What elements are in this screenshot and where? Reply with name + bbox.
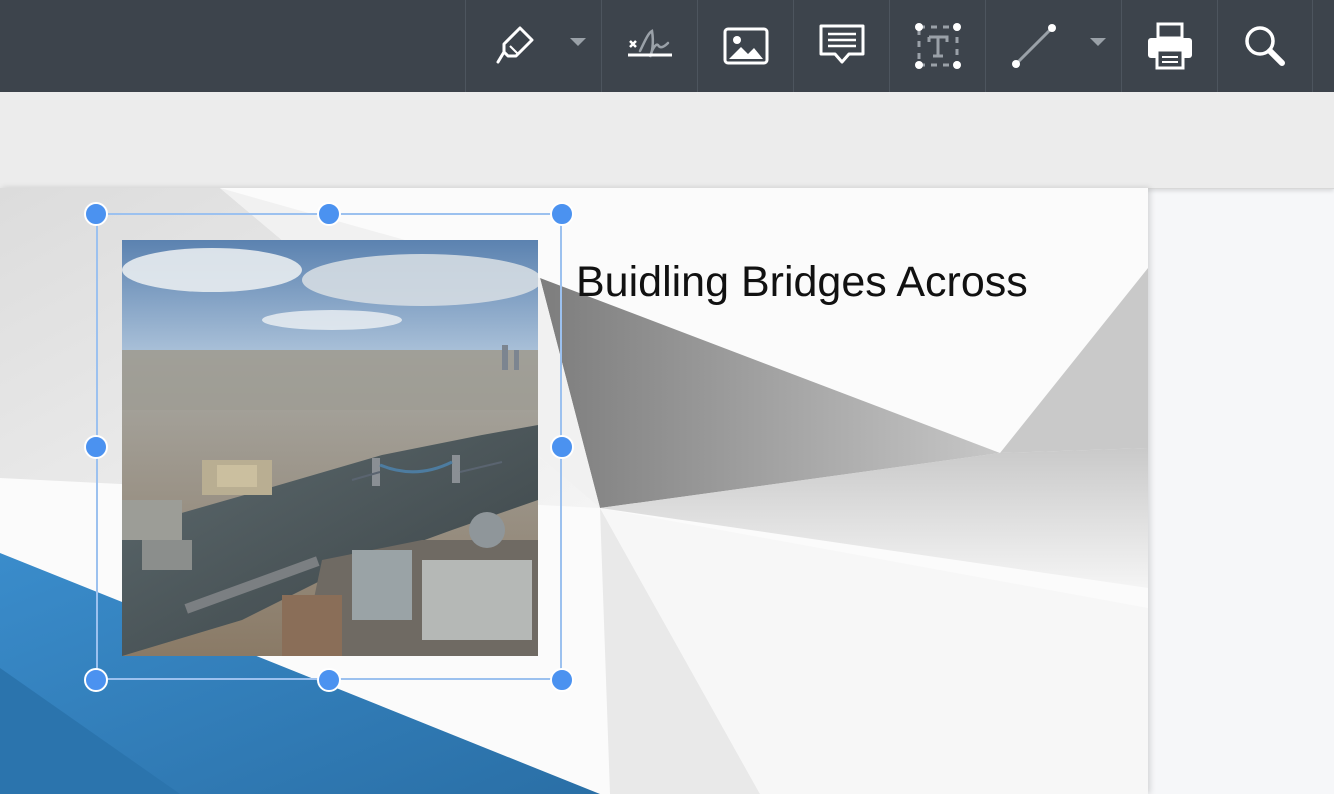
resize-handle-top-right[interactable] bbox=[550, 202, 574, 226]
resize-handle-bottom-center[interactable] bbox=[317, 668, 341, 692]
image-tool-button[interactable] bbox=[697, 0, 793, 92]
page-heading[interactable]: Buidling Bridges Across bbox=[576, 258, 1028, 307]
search-icon bbox=[1242, 23, 1288, 69]
comment-tool-button[interactable] bbox=[793, 0, 889, 92]
highlight-tool-button[interactable] bbox=[465, 0, 601, 92]
resize-handle-bottom-right[interactable] bbox=[550, 668, 574, 692]
line-tool-button[interactable] bbox=[985, 0, 1121, 92]
pen-icon bbox=[492, 22, 538, 68]
resize-handle-middle-right[interactable] bbox=[550, 435, 574, 459]
resize-handle-top-center[interactable] bbox=[317, 202, 341, 226]
print-tool-button[interactable] bbox=[1121, 0, 1217, 92]
line-icon bbox=[1008, 20, 1060, 72]
main-toolbar bbox=[0, 0, 1334, 92]
resize-handle-top-left[interactable] bbox=[84, 202, 108, 226]
resize-handle-middle-left[interactable] bbox=[84, 435, 108, 459]
text-box-tool-button[interactable] bbox=[889, 0, 985, 92]
chevron-down-icon[interactable] bbox=[570, 38, 586, 46]
signature-icon bbox=[626, 23, 674, 69]
text-box-icon bbox=[914, 22, 962, 70]
secondary-toolbar bbox=[0, 92, 1334, 189]
comment-icon bbox=[817, 22, 867, 70]
selected-image[interactable] bbox=[122, 240, 538, 656]
search-tool-button[interactable] bbox=[1217, 0, 1313, 92]
photo-icon bbox=[122, 240, 538, 656]
chevron-down-icon[interactable] bbox=[1090, 38, 1106, 46]
printer-icon bbox=[1145, 21, 1195, 71]
signature-tool-button[interactable] bbox=[601, 0, 697, 92]
resize-handle-bottom-left[interactable] bbox=[84, 668, 108, 692]
image-icon bbox=[722, 26, 770, 66]
